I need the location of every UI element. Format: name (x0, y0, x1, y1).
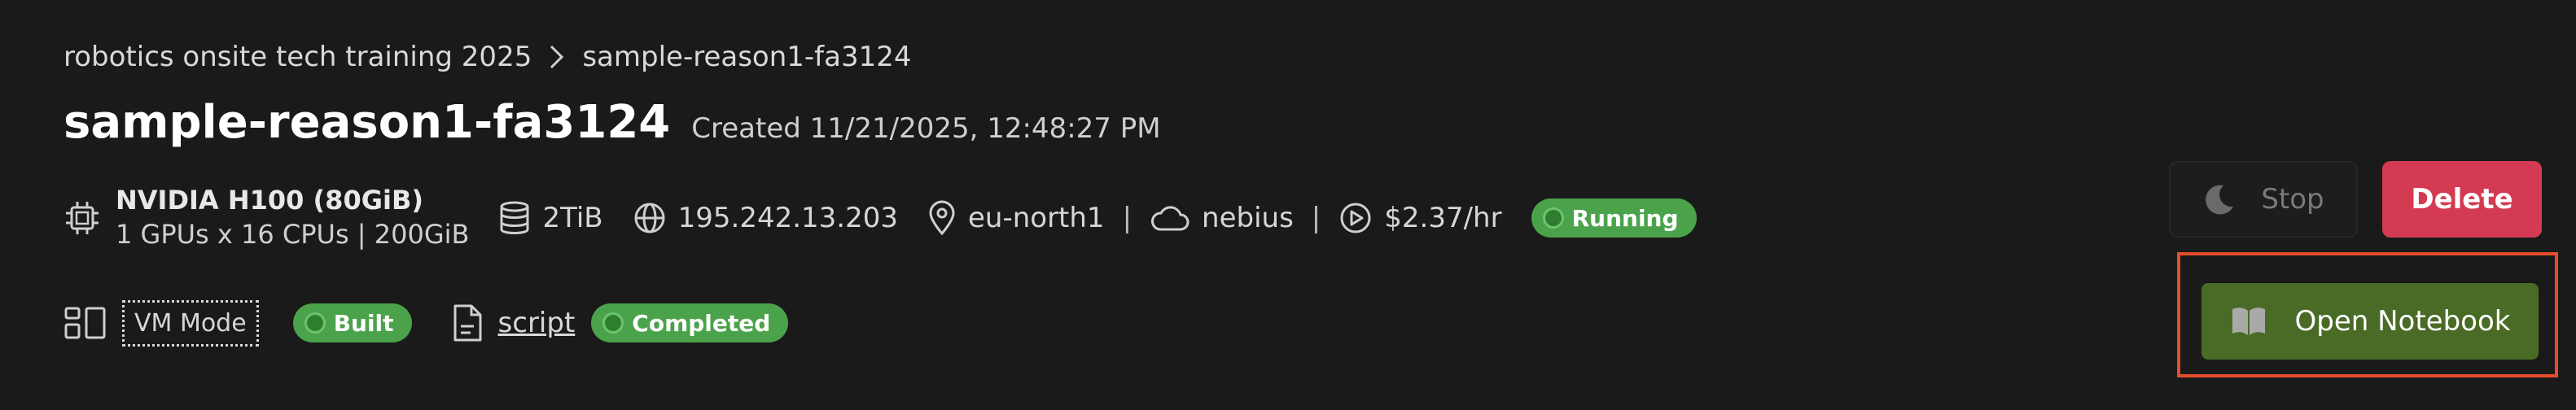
chip-icon (64, 199, 101, 237)
play-circle-icon (1338, 201, 1373, 235)
page-title: sample-reason1-fa3124 (64, 96, 671, 149)
chevron-right-icon (532, 43, 582, 71)
mode-row: VM Mode Built script Completed (64, 294, 789, 351)
provider-spec: nebius (1150, 202, 1294, 234)
cloud-icon (1150, 203, 1190, 233)
moon-icon (2202, 182, 2236, 216)
created-timestamp: Created 11/21/2025, 12:48:27 PM (691, 112, 1161, 145)
instance-specs: NVIDIA H100 (80GiB) 1 GPUs x 16 CPUs | 2… (64, 177, 1697, 259)
price-spec: $2.37/hr (1338, 201, 1502, 235)
stop-button-label: Stop (2261, 183, 2324, 216)
vm-mode-toggle[interactable]: VM Mode (122, 299, 259, 347)
gpu-name: NVIDIA H100 (80GiB) (116, 185, 423, 216)
delete-button-label: Delete (2411, 183, 2513, 216)
layout-icon (64, 305, 107, 341)
running-status-label: Running (1571, 204, 1679, 232)
ip-spec: 195.242.13.203 (633, 201, 898, 235)
status-dot-icon (1542, 207, 1564, 229)
database-icon (498, 200, 531, 236)
globe-icon (633, 201, 667, 235)
title-row: sample-reason1-fa3124 Created 11/21/2025… (64, 96, 1161, 161)
built-status-badge: Built (292, 303, 412, 342)
status-dot-icon (304, 312, 326, 334)
script-link[interactable]: script (498, 307, 576, 339)
gpu-detail: 1 GPUs x 16 CPUs | 200GiB (116, 219, 470, 250)
separator: | (1311, 202, 1321, 234)
region-value: eu-north1 (967, 202, 1105, 234)
stop-button[interactable]: Stop (2169, 161, 2358, 238)
status-dot-icon (602, 312, 624, 334)
ip-address: 195.242.13.203 (677, 202, 898, 234)
separator: | (1122, 202, 1132, 234)
region-spec: eu-north1 (927, 200, 1105, 236)
breadcrumb: robotics onsite tech training 2025 sampl… (64, 37, 912, 77)
open-notebook-label: Open Notebook (2294, 305, 2511, 338)
provider-value: nebius (1202, 202, 1294, 234)
completed-status-label: Completed (632, 309, 771, 337)
delete-button[interactable]: Delete (2382, 161, 2542, 238)
price-value: $2.37/hr (1384, 202, 1502, 234)
document-icon (451, 303, 484, 342)
breadcrumb-parent-link[interactable]: robotics onsite tech training 2025 (64, 41, 532, 73)
breadcrumb-current: sample-reason1-fa3124 (582, 41, 912, 73)
open-notebook-button[interactable]: Open Notebook (2201, 283, 2539, 360)
storage-spec: 2TiB (498, 200, 603, 236)
location-pin-icon (927, 200, 957, 236)
gpu-spec: NVIDIA H100 (80GiB) 1 GPUs x 16 CPUs | 2… (64, 184, 469, 251)
storage-value: 2TiB (542, 202, 603, 234)
running-status-badge: Running (1531, 198, 1697, 238)
completed-status-badge: Completed (591, 303, 789, 342)
built-status-label: Built (333, 309, 394, 337)
book-icon (2230, 305, 2267, 338)
